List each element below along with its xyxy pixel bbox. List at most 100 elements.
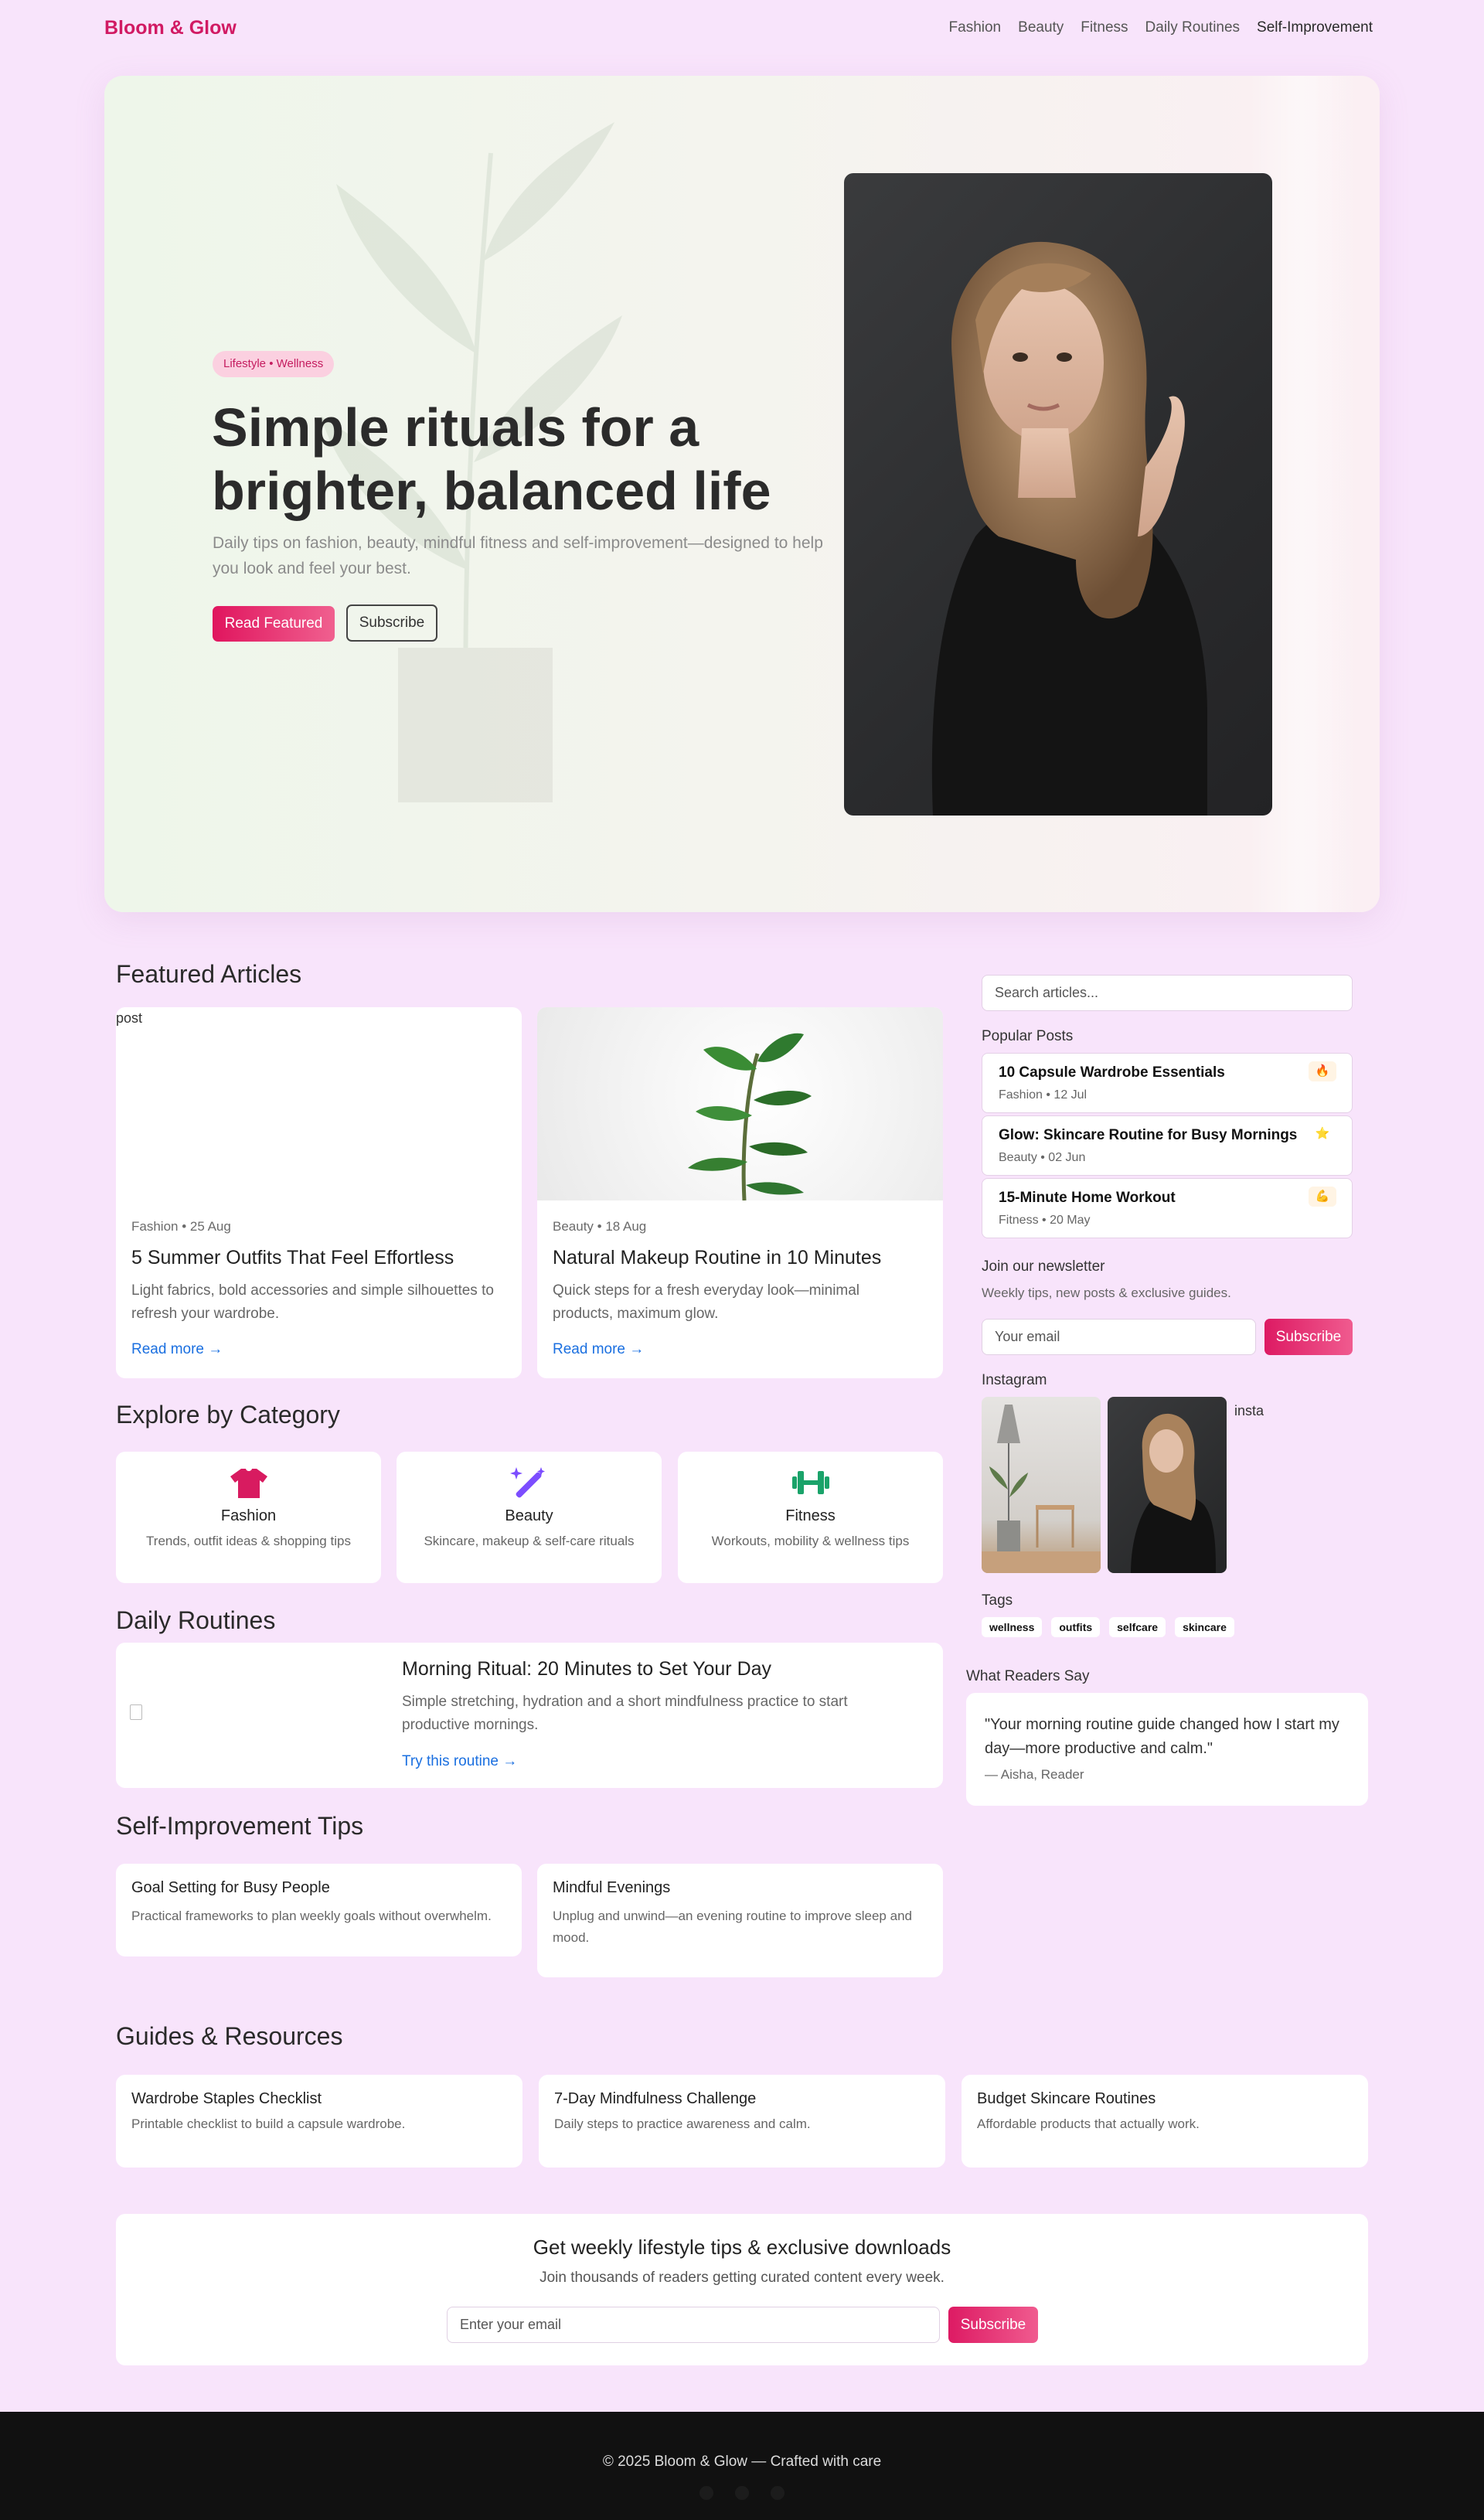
tip-title: Goal Setting for Busy People (131, 1879, 330, 1896)
popular-post-meta: Beauty • 02 Jun (999, 1151, 1086, 1164)
article-desc: Light fabrics, bold accessories and simp… (131, 1282, 494, 1322)
read-more-link[interactable]: Read more → (131, 1341, 223, 1358)
try-routine-link[interactable]: Try this routine → (402, 1753, 517, 1770)
guides-heading: Guides & Resources (116, 2022, 343, 2050)
category-name: Fashion (220, 1507, 277, 1524)
tag-outfits[interactable]: outfits (1051, 1617, 1101, 1637)
cta-subscribe-button[interactable]: Subscribe (948, 2307, 1038, 2343)
tag-wellness[interactable]: wellness (982, 1617, 1043, 1637)
nav-link-beauty[interactable]: Beauty (1018, 19, 1064, 36)
nav-links: Fashion Beauty Fitness Daily Routines Se… (949, 19, 1373, 36)
flexed-arm-icon: 💪 (1309, 1187, 1336, 1207)
read-featured-button[interactable]: Read Featured (213, 606, 335, 642)
testimonial-card: "Your morning routine guide changed how … (966, 1693, 1368, 1806)
category-card-beauty[interactable]: Beauty Skincare, makeup & self-care ritu… (397, 1452, 662, 1583)
article-meta: Fashion • 25 Aug (131, 1219, 231, 1234)
category-name: Fitness (785, 1507, 836, 1524)
guide-title: Wardrobe Staples Checklist (131, 2090, 322, 2107)
instagram-label: Instagram (982, 1372, 1047, 1388)
hero-badge: Lifestyle • Wellness (213, 351, 335, 377)
tag-skincare[interactable]: skincare (1175, 1617, 1234, 1637)
guide-card[interactable]: Wardrobe Staples Checklist Printable che… (116, 2075, 522, 2168)
tshirt-icon (116, 1466, 381, 1500)
cta-title: Get weekly lifestyle tips & exclusive do… (533, 2236, 951, 2259)
cta-email-field[interactable]: Enter your email (447, 2307, 940, 2343)
testimonial-quote: "Your morning routine guide changed how … (985, 1716, 1339, 1757)
social-links (0, 2486, 1484, 2500)
tip-desc: Practical frameworks to plan weekly goal… (131, 1909, 492, 1923)
popular-post[interactable]: Glow: Skincare Routine for Busy Mornings… (982, 1115, 1353, 1176)
article-image-broken: post (116, 1010, 143, 1026)
magic-wand-icon (397, 1466, 662, 1500)
plant-image (537, 1007, 943, 1201)
guide-desc: Printable checklist to build a capsule w… (131, 2116, 406, 2131)
category-desc: Skincare, makeup & self-care rituals (424, 1534, 635, 1548)
cta-subtitle: Join thousands of readers getting curate… (539, 2270, 945, 2286)
brand-logo[interactable]: Bloom & Glow (104, 17, 237, 39)
category-desc: Trends, outfit ideas & shopping tips (146, 1534, 351, 1548)
popular-post-title: Glow: Skincare Routine for Busy Mornings (999, 1127, 1298, 1143)
instagram-image-portrait[interactable] (1108, 1397, 1227, 1573)
dumbbell-icon (678, 1466, 943, 1500)
category-card-fashion[interactable]: Fashion Trends, outfit ideas & shopping … (116, 1452, 381, 1583)
article-desc: Quick steps for a fresh everyday look—mi… (553, 1282, 860, 1322)
star-icon: ⭐ (1315, 1127, 1330, 1140)
article-card[interactable]: Beauty • 18 Aug Natural Makeup Routine i… (537, 1007, 943, 1378)
routine-title[interactable]: Morning Ritual: 20 Minutes to Set Your D… (402, 1658, 771, 1681)
footer: © 2025 Bloom & Glow — Crafted with care (0, 2412, 1484, 2520)
tips-heading: Self-Improvement Tips (116, 1812, 364, 1840)
category-desc: Workouts, mobility & wellness tips (711, 1534, 910, 1548)
pinterest-icon[interactable] (735, 2486, 749, 2500)
instagram-icon[interactable] (699, 2486, 713, 2500)
routines-heading: Daily Routines (116, 1606, 276, 1634)
popular-post[interactable]: 15-Minute Home Workout Fitness • 20 May … (982, 1178, 1353, 1238)
instagram-image-broken: insta (1234, 1403, 1264, 1418)
newsletter-subscribe-button[interactable]: Subscribe (1264, 1319, 1353, 1355)
popular-post-title: 10 Capsule Wardrobe Essentials (999, 1064, 1225, 1081)
guide-title: 7-Day Mindfulness Challenge (554, 2090, 757, 2107)
tip-card[interactable]: Goal Setting for Busy People Practical f… (116, 1864, 522, 1956)
category-name: Beauty (505, 1507, 553, 1524)
article-title[interactable]: 5 Summer Outfits That Feel Effortless (131, 1247, 454, 1269)
newsletter-email-field[interactable]: Your email (982, 1319, 1256, 1355)
guide-desc: Affordable products that actually work. (977, 2116, 1200, 2131)
article-card[interactable]: post Fashion • 25 Aug 5 Summer Outfits T… (116, 1007, 522, 1378)
fire-icon: 🔥 (1309, 1061, 1336, 1081)
testimonial-author: — Aisha, Reader (985, 1767, 1084, 1782)
category-heading: Explore by Category (116, 1401, 340, 1429)
guide-title: Budget Skincare Routines (977, 2090, 1156, 2107)
facebook-icon[interactable] (771, 2486, 785, 2500)
tag-selfcare[interactable]: selfcare (1109, 1617, 1166, 1637)
category-card-fitness[interactable]: Fitness Workouts, mobility & wellness ti… (678, 1452, 943, 1583)
tag-list: wellness outfits selfcare skincare (982, 1617, 1244, 1637)
featured-heading: Featured Articles (116, 960, 302, 988)
guide-card[interactable]: 7-Day Mindfulness Challenge Daily steps … (539, 2075, 945, 2168)
popular-posts-label: Popular Posts (982, 1028, 1074, 1044)
tip-title: Mindful Evenings (553, 1879, 671, 1896)
hero-portrait-image (844, 173, 1272, 816)
broken-image-icon (130, 1704, 142, 1720)
nav-link-fashion[interactable]: Fashion (949, 19, 1002, 36)
testimonial-label: What Readers Say (966, 1668, 1090, 1684)
cta-section: Get weekly lifestyle tips & exclusive do… (116, 2214, 1368, 2365)
nav-link-fitness[interactable]: Fitness (1081, 19, 1128, 36)
newsletter-label: Join our newsletter (982, 1258, 1105, 1275)
tags-label: Tags (982, 1592, 1013, 1609)
popular-post[interactable]: 10 Capsule Wardrobe Essentials Fashion •… (982, 1053, 1353, 1113)
guide-card[interactable]: Budget Skincare Routines Affordable prod… (962, 2075, 1368, 2168)
newsletter-subtext: Weekly tips, new posts & exclusive guide… (982, 1286, 1231, 1300)
instagram-image-interior[interactable] (982, 1397, 1101, 1573)
hero-subscribe-button[interactable]: Subscribe (346, 604, 437, 642)
hero-section: Lifestyle • Wellness Simple rituals for … (104, 76, 1380, 912)
article-meta: Beauty • 18 Aug (553, 1219, 647, 1234)
nav-link-self-improvement[interactable]: Self-Improvement (1257, 19, 1373, 36)
search-input[interactable]: Search articles... (982, 975, 1353, 1011)
article-title[interactable]: Natural Makeup Routine in 10 Minutes (553, 1247, 881, 1269)
popular-post-title: 15-Minute Home Workout (999, 1190, 1176, 1206)
routine-card[interactable]: Morning Ritual: 20 Minutes to Set Your D… (116, 1643, 943, 1788)
guide-desc: Daily steps to practice awareness and ca… (554, 2116, 811, 2131)
top-nav: Bloom & Glow Fashion Beauty Fitness Dail… (0, 0, 1484, 56)
nav-link-daily-routines[interactable]: Daily Routines (1145, 19, 1241, 36)
tip-card[interactable]: Mindful Evenings Unplug and unwind—an ev… (537, 1864, 943, 1977)
read-more-link[interactable]: Read more → (553, 1341, 644, 1358)
